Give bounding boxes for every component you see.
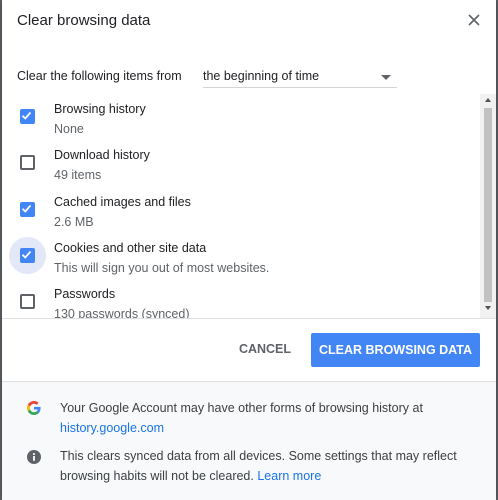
cookies-checkbox[interactable] — [20, 248, 35, 263]
chevron-down-icon — [381, 75, 391, 80]
download-history-checkbox[interactable] — [20, 155, 35, 170]
list-item[interactable]: Cookies and other site data This will si… — [2, 233, 482, 279]
time-range-select[interactable]: the beginning of time — [203, 66, 397, 88]
item-label: Browsing history — [54, 102, 146, 116]
list-item[interactable]: Download history 49 items — [2, 140, 482, 186]
close-icon[interactable] — [466, 12, 482, 28]
scrollbar-thumb[interactable] — [484, 108, 492, 302]
google-account-note: Your Google Account may have other forms… — [60, 398, 480, 438]
list-item[interactable]: Browsing history None — [2, 94, 482, 140]
time-range-label: Clear the following items from — [17, 69, 182, 83]
data-type-list: Browsing history None Download history 4… — [2, 94, 496, 318]
browsing-history-checkbox[interactable] — [20, 109, 35, 124]
list-item[interactable]: Passwords 130 passwords (synced) — [2, 279, 482, 318]
list-divider — [2, 318, 496, 319]
item-detail: 49 items — [54, 168, 102, 182]
time-range-value: the beginning of time — [203, 69, 320, 83]
google-account-text: Your Google Account may have other forms… — [60, 401, 423, 415]
cached-images-checkbox[interactable] — [20, 202, 35, 217]
checkbox-ripple — [9, 237, 46, 274]
checkmark-icon — [21, 250, 32, 259]
item-detail: None — [54, 122, 84, 136]
google-icon — [27, 401, 41, 415]
list-item[interactable]: Cached images and files 2.6 MB — [2, 187, 482, 233]
history-google-link[interactable]: history.google.com — [60, 421, 164, 435]
item-label: Cookies and other site data — [54, 241, 207, 255]
checkbox-ripple — [9, 283, 46, 318]
item-detail: This will sign you out of most websites. — [54, 261, 270, 275]
item-label: Cached images and files — [54, 195, 191, 209]
clear-browsing-data-button[interactable]: CLEAR BROWSING DATA — [311, 333, 480, 367]
scroll-down-icon[interactable] — [485, 306, 491, 310]
checkbox-ripple — [9, 144, 46, 181]
checkmark-icon — [21, 111, 32, 120]
item-detail: 2.6 MB — [54, 215, 94, 229]
list-scrollbar[interactable] — [480, 94, 496, 318]
item-label: Download history — [54, 148, 150, 162]
cancel-button[interactable]: CANCEL — [224, 333, 306, 366]
scroll-up-icon[interactable] — [485, 98, 491, 102]
learn-more-link[interactable]: Learn more — [257, 469, 321, 483]
dialog-title: Clear browsing data — [17, 12, 151, 29]
item-label: Passwords — [54, 287, 116, 301]
info-icon — [27, 450, 41, 464]
checkmark-icon — [21, 204, 32, 213]
clear-browsing-data-dialog: Clear browsing data Clear the following … — [2, 0, 496, 500]
dialog-footer: Your Google Account may have other forms… — [2, 382, 496, 500]
checkbox-ripple — [9, 191, 46, 228]
checkbox-ripple — [9, 98, 46, 135]
passwords-checkbox[interactable] — [20, 294, 35, 309]
sync-note: This clears synced data from all devices… — [60, 446, 480, 486]
item-detail: 130 passwords (synced) — [54, 307, 190, 318]
